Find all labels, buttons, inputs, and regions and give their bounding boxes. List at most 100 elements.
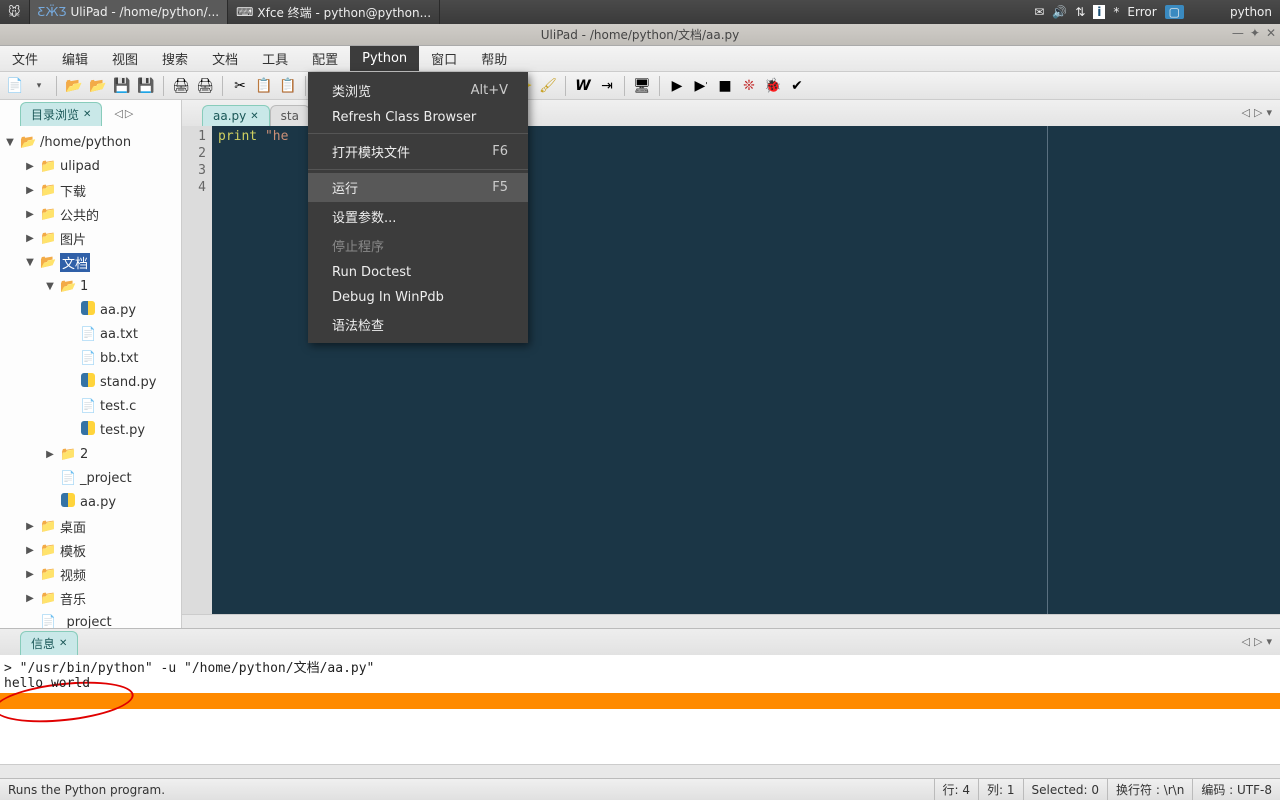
minimize-button[interactable]: — [1232,26,1244,40]
mail-icon[interactable]: ✉ [1034,5,1044,19]
menu-窗口[interactable]: 窗口 [419,46,469,71]
tree-row[interactable]: _project [0,466,181,490]
run-args-icon[interactable]: ▶' [690,75,712,97]
menubar: 文件编辑视图搜索文档工具配置Python窗口帮助 [0,46,1280,72]
close-icon[interactable]: ✕ [250,111,258,122]
brush-icon[interactable]: 🖌 [537,75,559,97]
menuitem[interactable]: 语法检查 [308,310,528,339]
tree-row[interactable]: aa.txt [0,322,181,346]
menuitem[interactable]: 运行F5 [308,173,528,202]
next-tab-icon[interactable]: ▷ [125,107,133,120]
tree-row[interactable]: _project [0,610,181,628]
display-icon[interactable]: ▢ [1165,5,1184,19]
tree-row[interactable]: ▶音乐 [0,586,181,610]
menu-编辑[interactable]: 编辑 [50,46,100,71]
next-tab-icon[interactable]: ▷ [1254,106,1262,119]
txt-icon [80,351,96,366]
menu-帮助[interactable]: 帮助 [469,46,519,71]
prev-tab-icon[interactable]: ◁ [1242,635,1250,648]
tab-menu-icon[interactable]: ▾ [1266,635,1272,648]
debug-icon[interactable]: 🐞 [762,75,784,97]
paste-icon[interactable]: 📋 [277,75,299,97]
tree-row[interactable]: ▼/home/python [0,130,181,154]
open-multi-icon[interactable]: 📂 [87,75,109,97]
new-file-icon[interactable]: 📄 [4,75,26,97]
tree-row[interactable]: ▶下载 [0,178,181,202]
bluetooth-icon[interactable]: * [1113,5,1119,19]
menu-视图[interactable]: 视图 [100,46,150,71]
tab-menu-icon[interactable]: ▾ [1266,106,1272,119]
print-preview-icon[interactable]: 🖨 [194,75,216,97]
tree-row[interactable]: ▶图片 [0,226,181,250]
taskbar-app-terminal[interactable]: ⌨ Xfce 终端 - python@python... [228,0,440,24]
butterfly-icon: ƸӜƷ [38,5,67,19]
cut-icon[interactable]: ✂ [229,75,251,97]
status-bar: Runs the Python program. 行: 4 列: 1 Selec… [0,778,1280,800]
print-icon[interactable]: 🖨 [170,75,192,97]
error-label[interactable]: Error [1127,5,1156,19]
menu-配置[interactable]: 配置 [300,46,350,71]
editor-tab[interactable]: sta [270,105,310,126]
close-icon[interactable]: ✕ [83,109,91,120]
tree-row[interactable]: ▶2 [0,442,181,466]
next-tab-icon[interactable]: ▷ [1254,635,1262,648]
network-icon[interactable]: ⇅ [1075,5,1085,19]
tree-row[interactable]: ▶桌面 [0,514,181,538]
check-icon[interactable]: ✔ [786,75,808,97]
python-menu-dropdown[interactable]: 类浏览Alt+VRefresh Class Browser 打开模块文件F6 运行F… [308,72,528,343]
menu-搜索[interactable]: 搜索 [150,46,200,71]
close-button[interactable]: ✕ [1266,26,1276,40]
output-text[interactable]: > "/usr/bin/python" -u "/home/python/文档/… [0,655,1280,764]
menuitem[interactable]: 打开模块文件F6 [308,137,528,166]
tree-row[interactable]: ▶视频 [0,562,181,586]
tree-row[interactable]: aa.py [0,490,181,514]
menuitem[interactable]: 类浏览Alt+V [308,76,528,105]
menu-文档[interactable]: 文档 [200,46,250,71]
maximize-button[interactable]: ✦ [1250,26,1260,40]
tree-row[interactable]: aa.py [0,298,181,322]
menuitem[interactable]: 设置参数... [308,202,528,231]
file-tree[interactable]: ▼/home/python▶ulipad▶下载▶公共的▶图片▼文档▼1aa.py… [0,126,181,628]
prev-tab-icon[interactable]: ◁ [1242,106,1250,119]
copy-icon[interactable]: 📋 [253,75,275,97]
menu-python[interactable]: Python [350,46,419,71]
menuitem[interactable]: Refresh Class Browser [308,105,528,130]
output-line: hello world [4,676,1276,691]
tree-row[interactable]: bb.txt [0,346,181,370]
info-icon[interactable]: i [1093,5,1105,19]
menu-文件[interactable]: 文件 [0,46,50,71]
open-icon[interactable]: 📂 [63,75,85,97]
menuitem[interactable]: Run Doctest [308,260,528,285]
stop-icon[interactable]: ■ [714,75,736,97]
user-label[interactable]: python [1230,5,1272,19]
save-all-icon[interactable]: 💾 [135,75,157,97]
prev-tab-icon[interactable]: ◁ [114,107,122,120]
terminal-icon[interactable]: 🖥 [631,75,653,97]
run-icon[interactable]: ▶ [666,75,688,97]
output-tab[interactable]: 信息 ✕ [20,631,78,655]
close-icon[interactable]: ✕ [59,638,67,649]
output-scrollbar[interactable] [0,764,1280,778]
wrap-icon[interactable]: W [572,75,594,97]
tree-row[interactable]: ▶公共的 [0,202,181,226]
menu-工具[interactable]: 工具 [250,46,300,71]
new-file-dropdown-icon[interactable]: ▾ [28,75,50,97]
tree-row[interactable]: ▶ulipad [0,154,181,178]
xfce-menu-button[interactable]: 🐭 [0,0,30,24]
taskbar-app-ulipad[interactable]: ƸӜƷ UliPad - /home/python/... [30,0,229,24]
editor-tab[interactable]: aa.py ✕ [202,105,270,126]
tree-row[interactable]: stand.py [0,370,181,394]
tree-row[interactable]: test.py [0,418,181,442]
dir-browser-tab[interactable]: 目录浏览 ✕ [20,102,102,126]
volume-icon[interactable]: 🔊 [1052,5,1067,19]
save-icon[interactable]: 💾 [111,75,133,97]
tree-row[interactable]: ▼文档 [0,250,181,274]
tree-row[interactable]: test.c [0,394,181,418]
doctest-icon[interactable]: ❊ [738,75,760,97]
tree-row[interactable]: ▶模板 [0,538,181,562]
code-text[interactable]: print "he [212,126,294,614]
tree-row[interactable]: ▼1 [0,274,181,298]
editor-scrollbar[interactable] [182,614,1280,628]
menuitem[interactable]: Debug In WinPdb [308,285,528,310]
indent-icon[interactable]: ⇥ [596,75,618,97]
